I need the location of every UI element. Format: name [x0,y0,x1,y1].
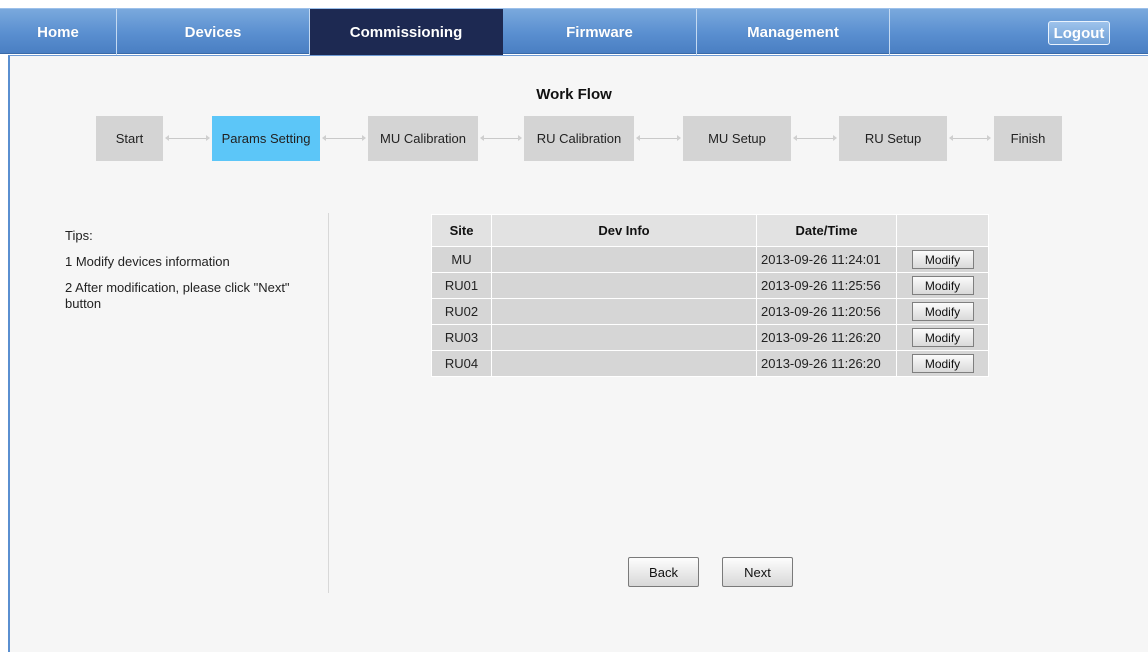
tab-devices[interactable]: Devices [117,9,310,55]
workflow-connector [165,135,210,141]
table-row: RU03 2013-09-26 11:26:20 Modify [431,324,989,351]
tips-heading: Tips: [65,228,93,243]
cell-site: RU02 [431,298,492,325]
tip-line: 2 After modification, please click "Next… [65,280,290,311]
workflow-step-finish: Finish [994,116,1062,161]
cell-dev-info [491,350,757,377]
table-row: RU01 2013-09-26 11:25:56 Modify [431,272,989,299]
cell-dev-info [491,298,757,325]
workflow-connector [793,135,837,141]
tab-commissioning[interactable]: Commissioning [310,9,503,55]
cell-date-time: 2013-09-26 11:26:20 [756,324,897,351]
modify-button[interactable]: Modify [911,276,974,295]
cell-date-time: 2013-09-26 11:25:56 [756,272,897,299]
table-header-row: Site Dev Info Date/Time [431,214,989,247]
tab-firmware[interactable]: Firmware [503,9,697,55]
cell-dev-info [491,272,757,299]
modify-button[interactable]: Modify [911,302,974,321]
column-header-dev-info: Dev Info [491,214,757,247]
cell-action: Modify [896,272,989,299]
workflow-title: Work Flow [536,86,612,103]
cell-date-time: 2013-09-26 11:20:56 [756,298,897,325]
cell-date-time: 2013-09-26 11:24:01 [756,246,897,273]
table-row: MU 2013-09-26 11:24:01 Modify [431,246,989,273]
tip-line: 1 Modify devices information [65,254,230,269]
cell-site: RU01 [431,272,492,299]
logout-button[interactable]: Logout [1048,21,1110,45]
cell-date-time: 2013-09-26 11:26:20 [756,350,897,377]
tab-management[interactable]: Management [697,9,890,55]
workflow-step-mu-setup: MU Setup [683,116,791,161]
modify-button[interactable]: Modify [911,354,974,373]
cell-site: RU04 [431,350,492,377]
cell-action: Modify [896,324,989,351]
back-button[interactable]: Back [628,557,699,587]
vertical-divider [328,213,329,593]
column-header-date-time: Date/Time [756,214,897,247]
workflow-connector [949,135,991,141]
cell-site: RU03 [431,324,492,351]
device-table: Site Dev Info Date/Time MU 2013-09-26 11… [431,214,989,377]
column-header-action [896,214,989,247]
cell-action: Modify [896,246,989,273]
workflow-connector [636,135,681,141]
workflow-step-start: Start [96,116,163,161]
workflow-connector [322,135,366,141]
cell-dev-info [491,246,757,273]
table-row: RU02 2013-09-26 11:20:56 Modify [431,298,989,325]
tab-home[interactable]: Home [0,9,117,55]
modify-button[interactable]: Modify [911,250,974,269]
top-navigation-bar: Home Devices Commissioning Firmware Mana… [0,8,1148,55]
workflow-step-mu-calibration: MU Calibration [368,116,478,161]
tips-panel: Tips: 1 Modify devices information 2 Aft… [65,228,305,322]
workflow-connector [480,135,522,141]
cell-site: MU [431,246,492,273]
next-button[interactable]: Next [722,557,793,587]
cell-action: Modify [896,298,989,325]
cell-action: Modify [896,350,989,377]
workflow-step-ru-setup: RU Setup [839,116,947,161]
column-header-site: Site [431,214,492,247]
modify-button[interactable]: Modify [911,328,974,347]
cell-dev-info [491,324,757,351]
workflow-step-ru-calibration: RU Calibration [524,116,634,161]
table-row: RU04 2013-09-26 11:26:20 Modify [431,350,989,377]
workflow-step-params-setting: Params Setting [212,116,320,161]
